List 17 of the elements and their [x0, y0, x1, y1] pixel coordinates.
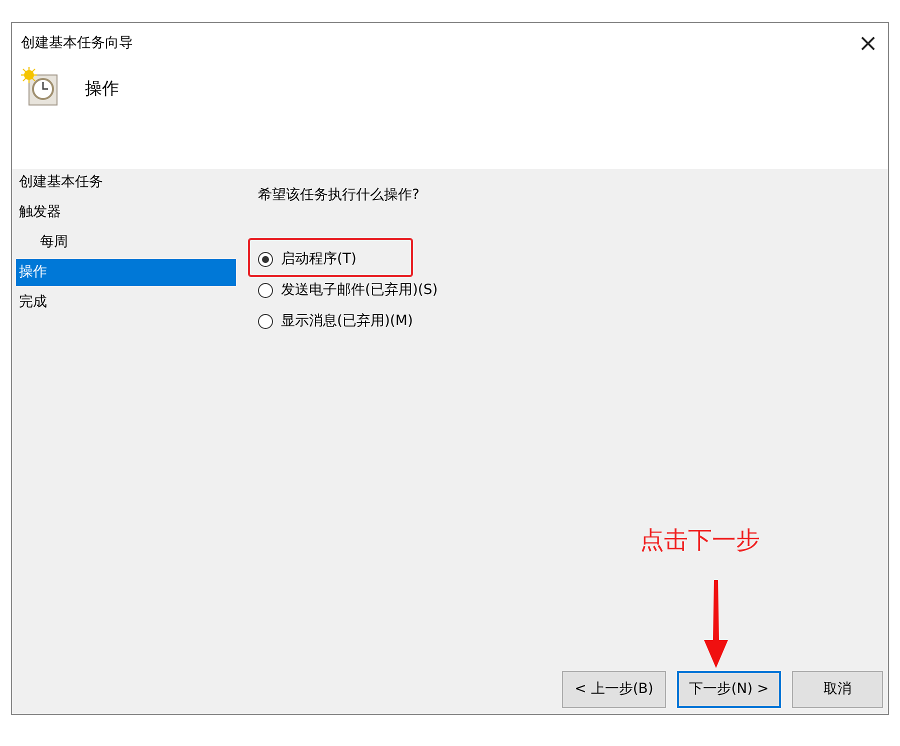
nav-item[interactable]: 创建基本任务 — [16, 169, 236, 196]
nav-item[interactable]: 每周 — [16, 229, 236, 256]
nav-item[interactable]: 触发器 — [16, 199, 236, 226]
dialog-button[interactable]: 取消 — [792, 671, 883, 708]
window-title: 创建基本任务向导 — [21, 34, 133, 52]
question-text: 希望该任务执行什么操作? — [258, 186, 420, 205]
close-button[interactable]: × — [856, 31, 880, 55]
radio-option[interactable]: 启动程序(T) — [258, 249, 356, 270]
annotation-text: 点击下一步 — [640, 525, 760, 556]
page-title: 操作 — [85, 78, 119, 101]
arrow-icon — [703, 580, 729, 668]
dialog-button[interactable]: < 上一步(B) — [562, 671, 666, 708]
nav-item[interactable]: 操作 — [16, 259, 236, 286]
radio-option[interactable]: 发送电子邮件(已弃用)(S) — [258, 280, 438, 301]
nav-item[interactable]: 完成 — [16, 289, 236, 316]
dialog-button[interactable]: 下一步(N) > — [677, 671, 781, 708]
radio-option[interactable]: 显示消息(已弃用)(M) — [258, 311, 413, 332]
